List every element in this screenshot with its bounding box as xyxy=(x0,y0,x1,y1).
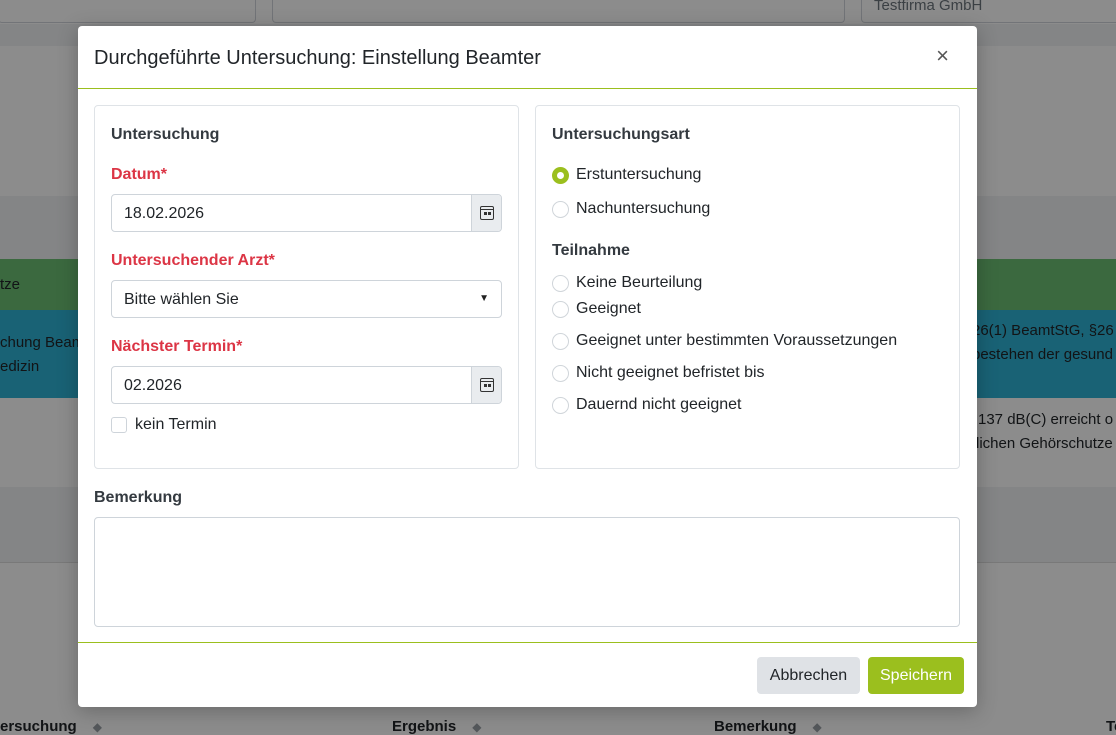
radio-button[interactable] xyxy=(552,333,569,350)
cancel-button[interactable]: Abbrechen xyxy=(757,657,860,694)
arzt-select[interactable]: Bitte wählen Sie ▼ xyxy=(111,280,502,318)
radio-label[interactable]: Nachuntersuchung xyxy=(576,200,710,218)
datum-value: 18.02.2026 xyxy=(124,205,205,222)
arzt-label: Untersuchender Arzt* xyxy=(111,252,275,269)
radio-label[interactable]: Dauernd nicht geeignet xyxy=(576,396,741,414)
radio-button[interactable] xyxy=(552,301,569,318)
untersuchung-title: Untersuchung xyxy=(111,126,220,143)
radio-label[interactable]: Geeignet xyxy=(576,300,641,318)
untersuchungsart-card: Untersuchungsart Erstuntersuchung Nachun… xyxy=(535,105,960,469)
close-icon[interactable]: × xyxy=(936,44,949,68)
bemerkung-label: Bemerkung xyxy=(94,489,183,506)
radio-button-checked[interactable] xyxy=(552,167,569,184)
radio-label[interactable]: Nicht geeignet befristet bis xyxy=(576,364,765,382)
untersuchungsart-title: Untersuchungsart xyxy=(552,126,690,143)
kein-termin-checkbox[interactable] xyxy=(111,417,127,433)
radio-label[interactable]: Keine Beurteilung xyxy=(576,274,702,292)
naechster-termin-value: 02.2026 xyxy=(124,377,182,394)
naechster-termin-label: Nächster Termin* xyxy=(111,338,243,355)
naechster-termin-calendar-button[interactable] xyxy=(471,367,501,403)
calendar-icon xyxy=(480,206,494,220)
naechster-termin-input[interactable]: 02.2026 xyxy=(111,366,502,404)
modal-header: Durchgeführte Untersuchung: Einstellung … xyxy=(78,26,977,89)
radio-button[interactable] xyxy=(552,365,569,382)
datum-input[interactable]: 18.02.2026 xyxy=(111,194,502,232)
untersuchung-card: Untersuchung Datum* 18.02.2026 Untersuch… xyxy=(94,105,519,469)
radio-button[interactable] xyxy=(552,201,569,218)
modal-title: Durchgeführte Untersuchung: Einstellung … xyxy=(94,47,541,69)
bemerkung-textarea[interactable] xyxy=(94,517,960,627)
radio-label[interactable]: Erstuntersuchung xyxy=(576,166,701,184)
radio-button[interactable] xyxy=(552,275,569,292)
arzt-select-value: Bitte wählen Sie xyxy=(124,291,239,308)
save-button[interactable]: Speichern xyxy=(868,657,964,694)
teilnahme-title: Teilnahme xyxy=(552,242,630,259)
modal-footer: Abbrechen Speichern xyxy=(78,642,977,707)
kein-termin-label[interactable]: kein Termin xyxy=(135,416,217,434)
datum-calendar-button[interactable] xyxy=(471,195,501,231)
radio-label[interactable]: Geeignet unter bestimmten Voraussetzunge… xyxy=(576,332,897,350)
radio-button[interactable] xyxy=(552,397,569,414)
caret-down-icon: ▼ xyxy=(479,293,489,304)
calendar-icon xyxy=(480,378,494,392)
datum-label: Datum* xyxy=(111,166,168,183)
examination-modal: Durchgeführte Untersuchung: Einstellung … xyxy=(78,26,977,707)
